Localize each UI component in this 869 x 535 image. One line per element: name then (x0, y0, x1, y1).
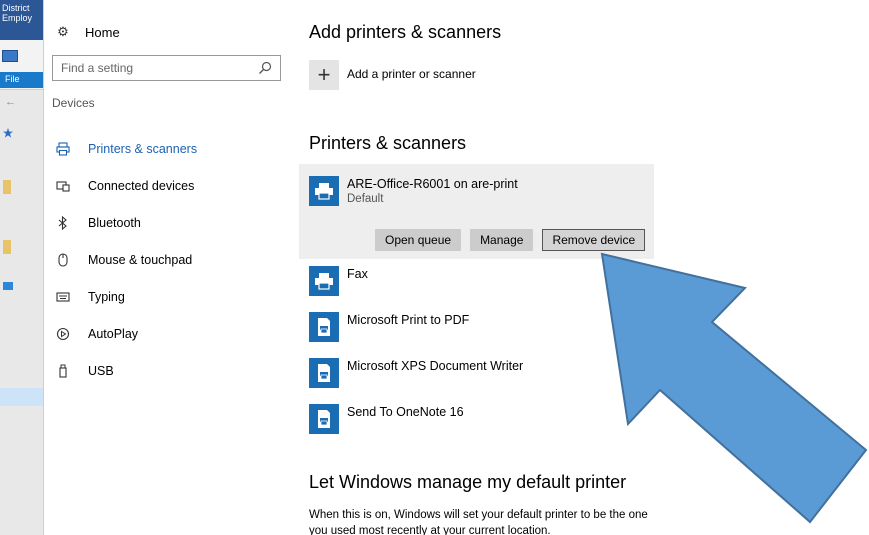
sidebar-item-connected-devices[interactable]: Connected devices (44, 167, 294, 204)
nav-home-label: Home (85, 24, 120, 40)
background-window-title: District Employ (0, 0, 43, 40)
printer-name: Send To OneNote 16 (347, 405, 464, 419)
printer-item[interactable]: ARE-Office-R6001 on are-print Default (309, 176, 518, 206)
printer-actions: Open queue Manage Remove device (375, 229, 646, 251)
sidebar-item-label: Typing (88, 289, 125, 304)
add-printer-button[interactable]: + (309, 60, 339, 90)
star-icon (3, 128, 13, 138)
sidebar-item-label: Connected devices (88, 178, 195, 193)
sidebar-item-label: Printers & scanners (88, 141, 198, 156)
sidebar-item-label: Mouse & touchpad (88, 252, 193, 267)
computer-icon (2, 50, 18, 62)
gear-icon: ⚙ (57, 24, 69, 39)
printer-icon (55, 141, 71, 157)
monitor-icon (3, 282, 13, 290)
sidebar-item-typing[interactable]: Typing (44, 278, 294, 315)
sidebar-item-label: USB (88, 363, 114, 378)
autoplay-icon (55, 326, 71, 342)
open-queue-button[interactable]: Open queue (375, 229, 462, 251)
add-printers-heading: Add printers & scanners (309, 22, 502, 42)
folder-icon (3, 180, 11, 194)
document-printer-icon (309, 358, 339, 388)
keyboard-icon (55, 289, 71, 305)
settings-nav: ⚙ Home Find a setting Devices Printers &… (44, 0, 294, 535)
file-tab[interactable]: File (0, 72, 43, 88)
connected-devices-icon (55, 178, 71, 194)
nav-list: Printers & scanners Connected devices Bl… (44, 130, 294, 389)
back-arrow-icon[interactable]: ← (5, 96, 16, 108)
background-window: District Employ File ← (0, 0, 44, 535)
printer-name: Microsoft XPS Document Writer (347, 359, 524, 373)
printer-item[interactable]: Microsoft XPS Document Writer (309, 358, 523, 388)
sidebar-item-bluetooth[interactable]: Bluetooth (44, 204, 294, 241)
printer-name: Microsoft Print to PDF (347, 313, 470, 327)
mouse-icon (55, 252, 71, 268)
search-placeholder: Find a setting (61, 61, 134, 75)
printers-heading: Printers & scanners (309, 133, 467, 153)
printer-name: ARE-Office-R6001 on are-print (347, 177, 518, 191)
printer-item[interactable]: Fax (309, 266, 368, 296)
sidebar-item-mouse[interactable]: Mouse & touchpad (44, 241, 294, 278)
remove-device-button[interactable]: Remove device (542, 229, 646, 251)
add-printer-label[interactable]: Add a printer or scanner (347, 67, 476, 81)
printer-item[interactable]: Send To OneNote 16 (309, 404, 464, 434)
nav-section-devices: Devices (52, 96, 95, 110)
printer-icon (309, 176, 339, 206)
document-printer-icon (309, 312, 339, 342)
sidebar-item-usb[interactable]: USB (44, 352, 294, 389)
sidebar-item-autoplay[interactable]: AutoPlay (44, 315, 294, 352)
sidebar-item-label: AutoPlay (88, 326, 139, 341)
document-printer-icon (309, 404, 339, 434)
nav-home[interactable]: ⚙ Home (55, 22, 120, 42)
folder-icon (3, 240, 11, 254)
background-selected-row (0, 388, 43, 406)
printer-item[interactable]: Microsoft Print to PDF (309, 312, 469, 342)
sidebar-item-label: Bluetooth (88, 215, 141, 230)
printer-name: Fax (347, 267, 368, 281)
default-printer-heading: Let Windows manage my default printer (309, 472, 627, 492)
printer-status: Default (347, 193, 384, 205)
usb-icon (55, 363, 71, 379)
pointer-arrow-annotation (600, 252, 868, 524)
sidebar-item-printers[interactable]: Printers & scanners (44, 130, 294, 167)
search-icon (259, 61, 272, 74)
manage-button[interactable]: Manage (470, 229, 534, 251)
bluetooth-icon (55, 215, 71, 231)
printer-icon (309, 266, 339, 296)
plus-icon: + (317, 62, 331, 87)
search-input[interactable]: Find a setting (52, 55, 281, 81)
